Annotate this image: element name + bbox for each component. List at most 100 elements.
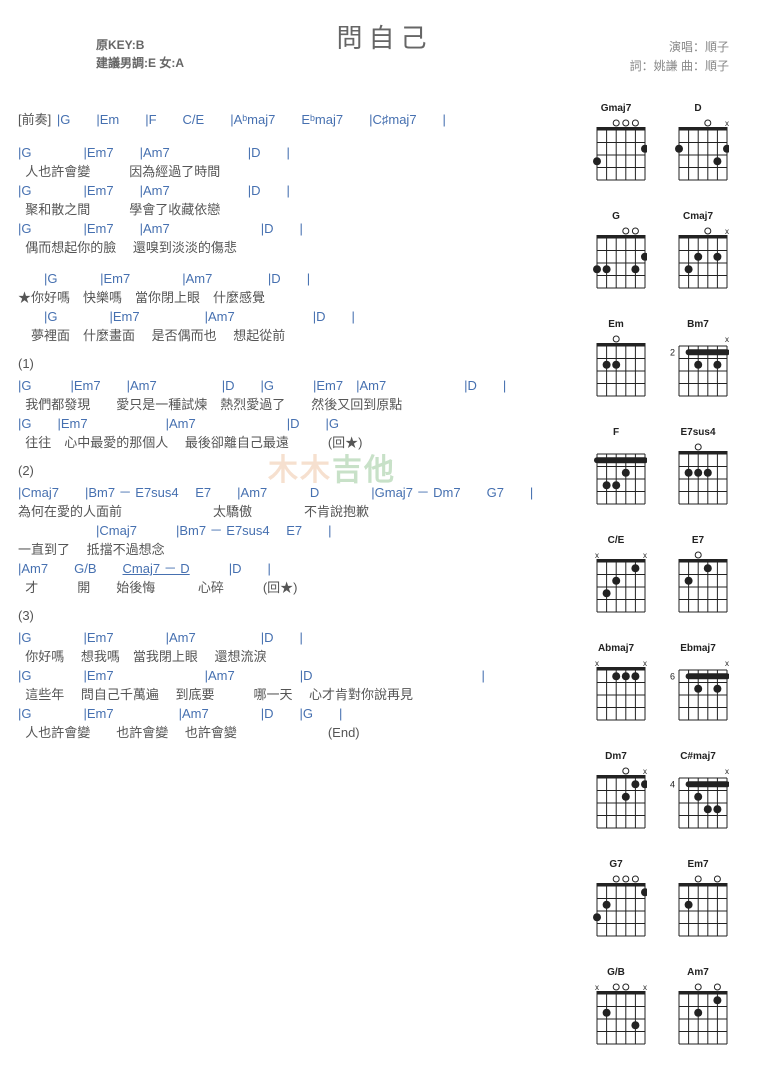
chord-name: Am7	[687, 967, 709, 978]
svg-text:x: x	[725, 335, 729, 344]
chord-grid: xx	[585, 656, 647, 731]
chord-name: Dm7	[605, 751, 627, 762]
chord-name: D	[694, 103, 701, 114]
chord-diagram: C#maj74x	[667, 751, 729, 839]
chord-row: |G |Em7 |Am7 |D |	[18, 665, 567, 684]
chord-grid: xx	[585, 980, 647, 1055]
chord-diagram: F	[585, 427, 647, 515]
chord-grid	[585, 440, 647, 515]
chord-name: Ebmaj7	[680, 643, 716, 654]
lyric-line: |G |Em7 |Am7 |D |★你好嗎 快樂嗎 當你閉上眼 什麼感覺	[18, 268, 567, 306]
intro-line: [前奏] |G |Em |F C/E |Aᵇmaj7 Eᵇmaj7 |C♯maj…	[18, 109, 567, 128]
svg-text:x: x	[725, 767, 729, 776]
chord-diagram: Em	[585, 319, 647, 407]
chord-grid	[667, 440, 729, 515]
chord-row: |G |Em7 |Am7 |D |	[18, 180, 567, 199]
chord-grid: xx	[585, 548, 647, 623]
chord-grid	[667, 548, 729, 623]
singer: 演唱：順子	[630, 38, 729, 57]
chord-diagram: Am7	[667, 967, 729, 1055]
lyric-row: 一直到了 抵擋不過想念	[18, 539, 567, 558]
lyric-row: 人也許會變 因為經過了時間	[18, 161, 567, 180]
chord-diagram: Bm72x	[667, 319, 729, 407]
chord-grid	[585, 116, 647, 191]
key-info: 原KEY:B 建議男調:E 女:A	[96, 36, 184, 72]
lyric-row: 偶而想起你的臉 還嗅到淡淡的傷悲	[18, 237, 567, 256]
lyric-line: |Cmaj7 |Bm7 － E7sus4 E7 |一直到了 抵擋不過想念	[18, 520, 567, 558]
lyric-line: |G |Em7 |Am7 |D |G | 人也許會變 也許會變 也許會變 (En…	[18, 703, 567, 741]
lyric-line: |G |Em7 |Am7 |D |G |Em7 |Am7 |D | 我們都發現 …	[18, 375, 567, 413]
svg-text:x: x	[725, 659, 729, 668]
chord-row: |G |Em7 |Am7 |D |	[18, 142, 567, 161]
chord-name: Cmaj7	[683, 211, 713, 222]
chord-grid: 2x	[667, 332, 729, 407]
section-3: |G |Em7 |Am7 |D | 你好嗎 想我嗎 當我閉上眼 還想流淚|G |…	[18, 627, 567, 741]
writer-composer: 詞：姚謙 曲：順子	[630, 57, 729, 76]
chord-row: |G |Em7 |Am7 |D |G	[18, 413, 567, 432]
chord-diagram: Em7	[667, 859, 729, 947]
lyric-line: |G |Em7 |Am7 |D | 聚和散之間 學會了收藏依戀	[18, 180, 567, 218]
lyric-row: 往往 心中最愛的那個人 最後卻離自己最遠 (回★)	[18, 432, 567, 451]
chord-diagram: Gmaj7	[585, 103, 647, 191]
svg-text:x: x	[725, 227, 729, 236]
chord-row: |Cmaj7 |Bm7 － E7sus4 E7 |Am7 D |Gmaj7 － …	[18, 482, 567, 501]
credits: 演唱：順子 詞：姚謙 曲：順子	[630, 38, 729, 76]
svg-text:x: x	[595, 659, 599, 668]
svg-text:6: 6	[670, 671, 675, 681]
chord-name: Em7	[687, 859, 708, 870]
chord-name: Abmaj7	[598, 643, 634, 654]
chord-name: Bm7	[687, 319, 709, 330]
chord-grid: 6x	[667, 656, 729, 731]
lyric-row: ★你好嗎 快樂嗎 當你閉上眼 什麼感覺	[18, 287, 567, 306]
section-3-label: (3)	[18, 608, 567, 623]
section-2-label: (2)	[18, 463, 567, 478]
lyric-row: 聚和散之間 學會了收藏依戀	[18, 199, 567, 218]
svg-text:x: x	[643, 659, 647, 668]
chord-grid	[667, 980, 729, 1055]
svg-text:x: x	[643, 767, 647, 776]
svg-text:x: x	[595, 983, 599, 992]
svg-text:x: x	[595, 551, 599, 560]
svg-text:4: 4	[670, 779, 675, 789]
chord-grid	[585, 224, 647, 299]
chord-diagram: Ebmaj76x	[667, 643, 729, 731]
chord-diagram: E7sus4	[667, 427, 729, 515]
chord-diagram: Dm7 x	[585, 751, 647, 839]
chord-name: Gmaj7	[601, 103, 632, 114]
section-2: |Cmaj7 |Bm7 － E7sus4 E7 |Am7 D |Gmaj7 － …	[18, 482, 567, 596]
lyric-line: |G |Em7 |Am7 |D | 夢裡面 什麼畫面 是否偶而也 想起從前	[18, 306, 567, 344]
chord-diagram: C/Exx	[585, 535, 647, 623]
chord-diagram: G	[585, 211, 647, 299]
section-1-label: (1)	[18, 356, 567, 371]
svg-text:x: x	[643, 551, 647, 560]
chord-name: G7	[609, 859, 622, 870]
chord-name: G/B	[607, 967, 625, 978]
intro-chords: |G |Em |F C/E |Aᵇmaj7 Eᵇmaj7 |C♯maj7 |	[57, 112, 446, 127]
chord-grid	[585, 872, 647, 947]
pre-chorus: |G |Em7 |Am7 |D |★你好嗎 快樂嗎 當你閉上眼 什麼感覺 |G …	[18, 268, 567, 344]
chord-grid: x	[667, 224, 729, 299]
lyric-row: 這些年 問自己千萬遍 到底要 哪一天 心才肯對你說再見	[18, 684, 567, 703]
svg-text:2: 2	[670, 347, 675, 357]
lyric-row: 為何在愛的人面前 太驕傲 不肯說抱歉	[18, 501, 567, 520]
lyric-sheet: [前奏] |G |Em |F C/E |Aᵇmaj7 Eᵇmaj7 |C♯maj…	[18, 103, 571, 1055]
lyric-row: 你好嗎 想我嗎 當我閉上眼 還想流淚	[18, 646, 567, 665]
chord-diagram: Dx	[667, 103, 729, 191]
lyric-line: |G |Em7 |Am7 |D | 偶而想起你的臉 還嗅到淡淡的傷悲	[18, 218, 567, 256]
chord-name: E7sus4	[680, 427, 715, 438]
chord-diagram: G/B xx	[585, 967, 647, 1055]
chord-row: |G |Em7 |Am7 |D |G |Em7 |Am7 |D |	[18, 375, 567, 394]
chord-name: G	[612, 211, 620, 222]
lyric-line: |G |Em7 |Am7 |D | 這些年 問自己千萬遍 到底要 哪一天 心才肯…	[18, 665, 567, 703]
section-1: |G |Em7 |Am7 |D |G |Em7 |Am7 |D | 我們都發現 …	[18, 375, 567, 451]
original-key: 原KEY:B	[96, 36, 184, 54]
chord-diagrams: Gmaj7DxGCmaj7xEmBm72xFE7sus4C/ExxE7Abmaj…	[585, 103, 751, 1055]
chord-row: |G |Em7 |Am7 |D |	[18, 306, 567, 325]
suggested-key: 建議男調:E 女:A	[96, 54, 184, 72]
lyric-row: 才 開 始後悔 心碎 (回★)	[18, 577, 567, 596]
lyric-line: |G |Em7 |Am7 |D | 你好嗎 想我嗎 當我閉上眼 還想流淚	[18, 627, 567, 665]
svg-text:x: x	[725, 119, 729, 128]
chord-diagram: Abmaj7xx	[585, 643, 647, 731]
chord-name: E7	[692, 535, 704, 546]
lyric-line: |G |Em7 |Am7 |D |G 往往 心中最愛的那個人 最後卻離自己最遠 …	[18, 413, 567, 451]
